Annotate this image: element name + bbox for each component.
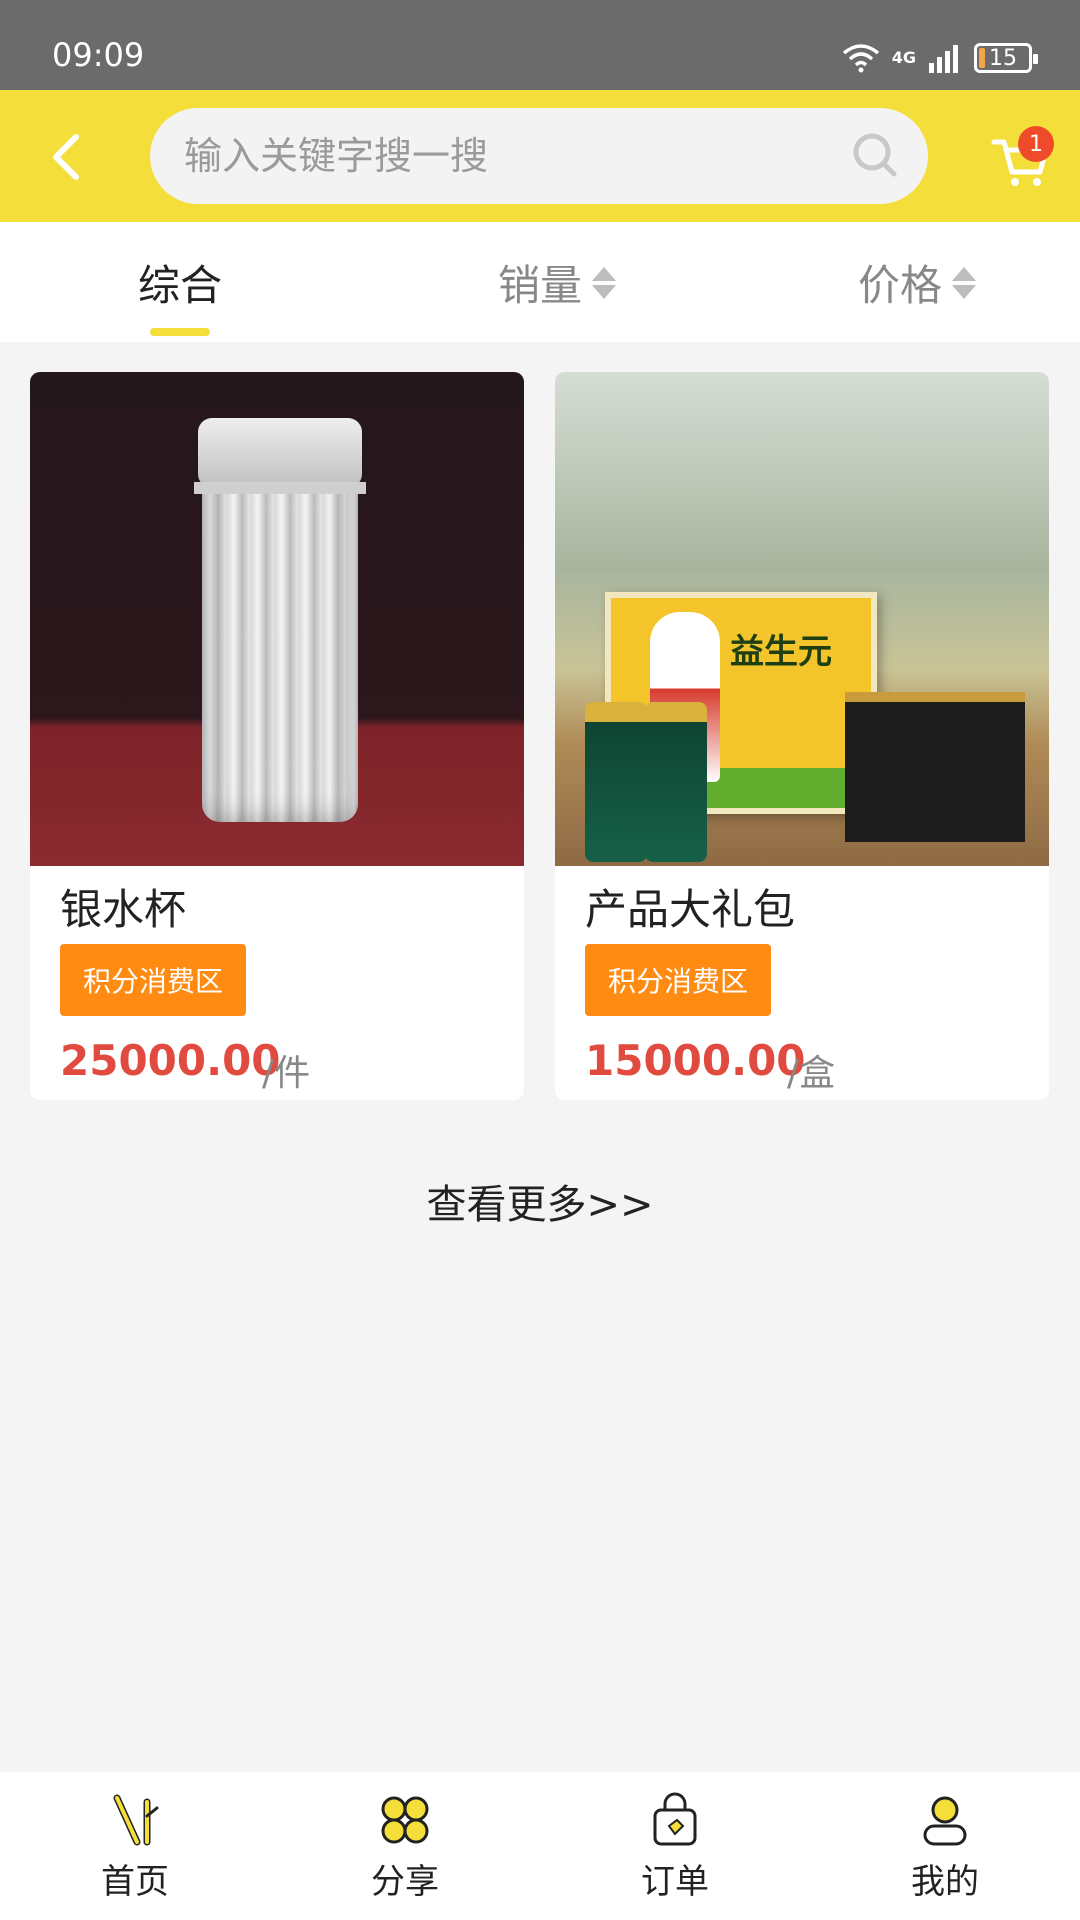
tab-overall[interactable]: 综合: [138, 252, 222, 313]
gift-bottle: [585, 702, 647, 862]
tab-label: 销量: [498, 261, 583, 310]
product-image-gift-bundle[interactable]: 益生元: [555, 372, 1049, 866]
view-more-link[interactable]: 查看更多>>: [0, 1172, 1080, 1230]
status-bar: 09:09 4G 15: [0, 0, 1080, 90]
search-input[interactable]: [182, 133, 826, 179]
product-price: 25000.00: [60, 1036, 281, 1085]
bamboo-home-icon: [113, 1794, 159, 1846]
battery-level: 15: [989, 45, 1017, 71]
product-card[interactable]: 银水杯 积分消费区 25000.00 /件: [30, 372, 524, 1100]
user-profile-icon: [923, 1796, 967, 1846]
nav-label: 分享: [371, 1862, 439, 1902]
search-icon[interactable]: [850, 130, 900, 180]
product-tag: 积分消费区: [585, 944, 771, 1016]
product-unit: /盒: [787, 1053, 836, 1094]
product-card[interactable]: 益生元 产品大礼包 积分消费区 15000.00 /盒: [555, 372, 1049, 1100]
sort-arrows-icon: [952, 266, 977, 299]
product-image-silver-cup[interactable]: [30, 372, 524, 866]
nav-label: 我的: [911, 1862, 979, 1902]
search-box[interactable]: [150, 108, 928, 204]
nav-item-share[interactable]: 分享: [325, 1792, 485, 1903]
status-time: 09:09: [52, 36, 145, 74]
cart-badge: 1: [1018, 126, 1054, 162]
nav-item-home[interactable]: 首页: [55, 1792, 215, 1903]
chevron-left-icon: [53, 134, 79, 180]
status-icons: 4G 15: [842, 40, 1038, 76]
tab-price[interactable]: 价格: [858, 252, 977, 313]
gift-box-black: [845, 692, 1025, 842]
nav-label: 订单: [641, 1862, 709, 1902]
nav-item-orders[interactable]: 订单: [595, 1792, 755, 1903]
product-tag: 积分消费区: [60, 944, 246, 1016]
product-name: 产品大礼包: [585, 885, 796, 934]
bag-order-icon: [653, 1792, 697, 1846]
header-bar: [0, 90, 1080, 222]
tab-label: 价格: [858, 261, 943, 310]
tab-label: 综合: [138, 261, 223, 310]
silver-cup-lid: [198, 418, 362, 488]
product-name: 银水杯: [60, 885, 187, 934]
back-button[interactable]: [38, 130, 92, 184]
silver-cup-band: [194, 482, 366, 494]
product-unit: /件: [262, 1053, 311, 1094]
tab-sales[interactable]: 销量: [498, 252, 617, 313]
wifi-icon: [842, 44, 879, 73]
clover-share-icon: [381, 1796, 429, 1844]
gift-bottle: [645, 702, 707, 862]
network-type-label: 4G: [891, 48, 916, 67]
nav-item-profile[interactable]: 我的: [865, 1792, 1025, 1903]
sort-arrows-icon: [592, 266, 617, 299]
sort-tabs: 综合 销量 价格: [0, 222, 1080, 342]
nav-label: 首页: [101, 1862, 169, 1902]
active-tab-indicator: [150, 328, 210, 336]
gift-box-text: 益生元: [730, 632, 832, 672]
product-price: 15000.00: [585, 1036, 806, 1085]
bottom-nav: 首页 分享 订单 我的: [0, 1772, 1080, 1920]
battery-icon: 15: [974, 43, 1038, 73]
signal-icon: [929, 45, 958, 73]
